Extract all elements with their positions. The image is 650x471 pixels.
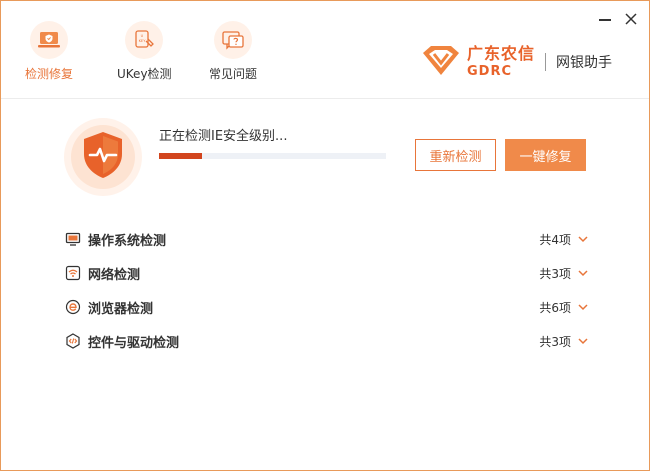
check-item-label: 操作系统检测 bbox=[88, 233, 167, 249]
laptop-shield-icon bbox=[30, 21, 68, 59]
monitor-icon bbox=[65, 231, 81, 247]
svg-text:KEY: KEY bbox=[139, 39, 147, 43]
tab-ukey[interactable]: U KEY UKey检测 bbox=[117, 21, 172, 82]
app-window: 检测修复 U KEY UKey检测 常见问题 广东农信 GDRC 网银助手 正在… bbox=[0, 0, 650, 471]
check-item-os[interactable]: 操作系统检测 共4项 bbox=[65, 228, 589, 250]
wifi-icon bbox=[65, 265, 81, 281]
code-hexagon-icon bbox=[65, 333, 81, 349]
scan-status-graphic bbox=[64, 118, 142, 196]
check-item-network[interactable]: 网络检测 共3项 bbox=[65, 262, 589, 284]
brand-assistant-label: 网银助手 bbox=[556, 55, 613, 71]
check-item-count: 共3项 bbox=[539, 266, 571, 281]
scan-status-text: 正在检测IE安全级别... bbox=[159, 129, 288, 144]
svg-text:U: U bbox=[141, 34, 144, 38]
check-item-count: 共6项 bbox=[539, 300, 571, 315]
brand-name-en: GDRC bbox=[467, 64, 513, 79]
brand-name-cn: 广东农信 bbox=[467, 44, 536, 63]
shield-pulse-icon bbox=[81, 130, 125, 184]
tab-repair[interactable]: 检测修复 bbox=[25, 21, 73, 82]
check-item-label: 控件与驱动检测 bbox=[88, 335, 180, 351]
chevron-down-icon[interactable] bbox=[577, 233, 589, 245]
top-nav: 检测修复 U KEY UKey检测 常见问题 广东农信 GDRC 网银助手 bbox=[1, 1, 649, 99]
brand-divider bbox=[545, 53, 547, 71]
browser-e-icon bbox=[65, 299, 81, 315]
chevron-down-icon[interactable] bbox=[577, 267, 589, 279]
brand: 广东农信 GDRC 网银助手 bbox=[421, 43, 612, 81]
gdrc-logo-icon bbox=[421, 43, 461, 81]
ukey-icon: U KEY bbox=[125, 21, 164, 59]
faq-chat-icon bbox=[214, 21, 252, 59]
tab-label: UKey检测 bbox=[117, 67, 172, 81]
chevron-down-icon[interactable] bbox=[577, 335, 589, 347]
chevron-down-icon[interactable] bbox=[577, 301, 589, 313]
check-item-count: 共3项 bbox=[539, 334, 571, 349]
scan-progress-fill bbox=[159, 153, 203, 159]
check-item-controls-drivers[interactable]: 控件与驱动检测 共3项 bbox=[65, 330, 589, 352]
check-item-label: 浏览器检测 bbox=[88, 301, 154, 317]
check-item-label: 网络检测 bbox=[88, 267, 141, 283]
tab-label: 检测修复 bbox=[25, 67, 74, 81]
one-click-fix-button[interactable]: 一键修复 bbox=[505, 139, 586, 171]
tab-faq[interactable]: 常见问题 bbox=[209, 21, 257, 82]
check-item-count: 共4项 bbox=[539, 232, 571, 247]
rescan-button[interactable]: 重新检测 bbox=[415, 139, 496, 171]
tab-label: 常见问题 bbox=[209, 67, 258, 81]
scan-progress-bar bbox=[159, 153, 386, 159]
check-item-browser[interactable]: 浏览器检测 共6项 bbox=[65, 296, 589, 318]
